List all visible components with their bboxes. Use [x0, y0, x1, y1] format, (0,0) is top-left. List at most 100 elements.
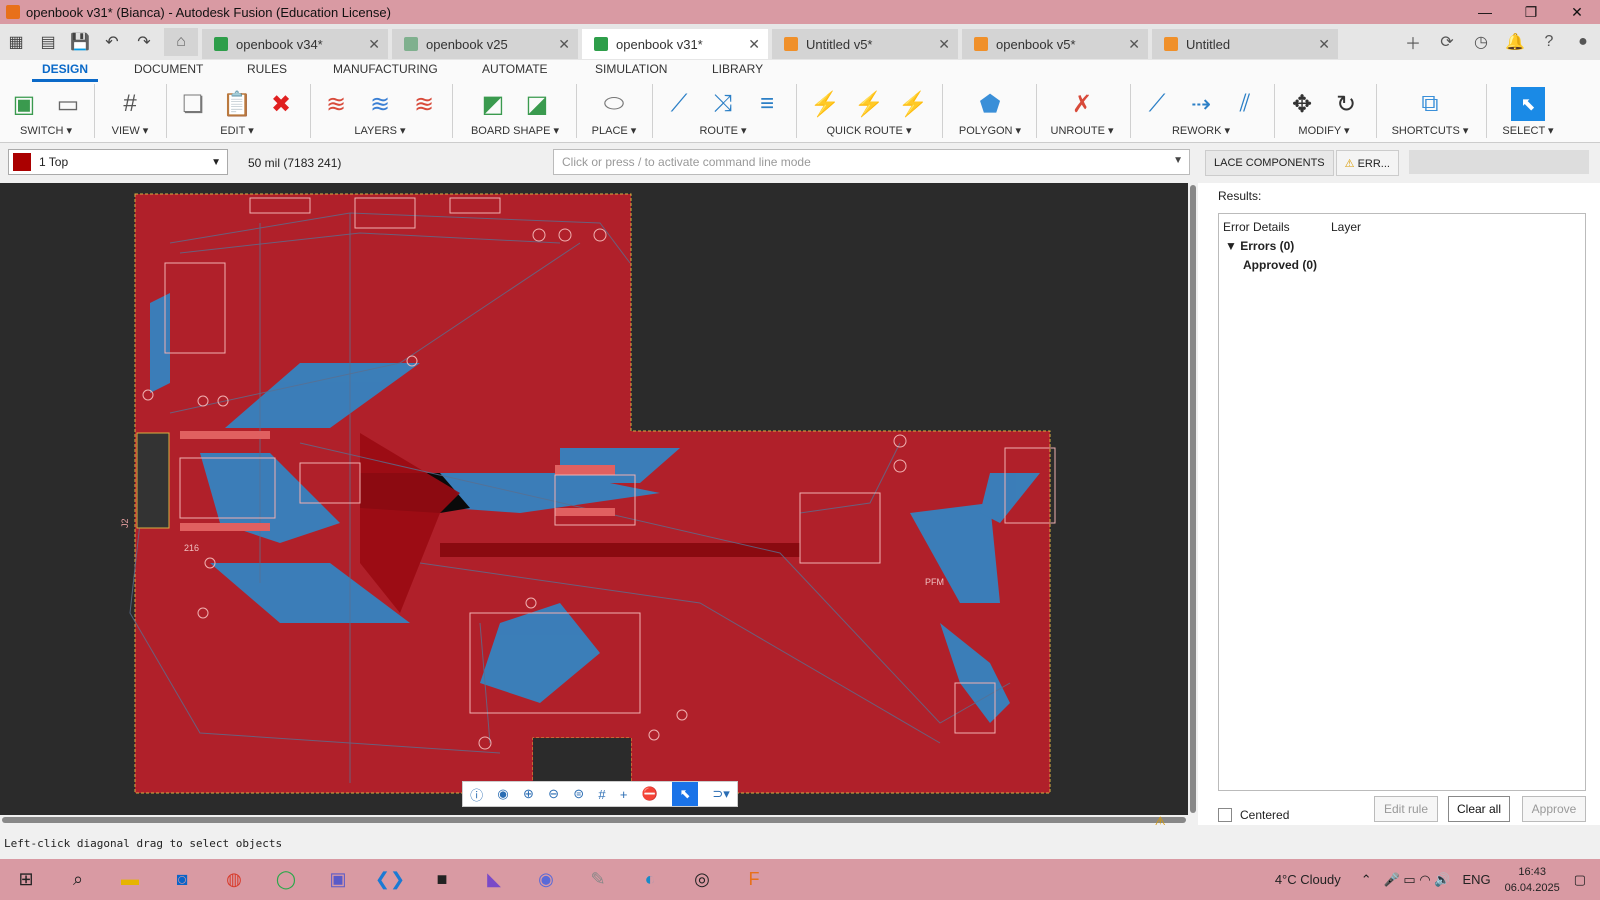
- zoom-in-icon[interactable]: ⊕: [523, 786, 534, 802]
- tab-openbook-v31[interactable]: openbook v31* ✕: [582, 29, 768, 59]
- discord-icon[interactable]: ◉: [520, 859, 572, 900]
- system-clock[interactable]: 16:43 06.04.2025: [1505, 864, 1560, 896]
- copy-icon[interactable]: ❏: [176, 87, 210, 121]
- delete-icon[interactable]: ✖: [264, 87, 298, 121]
- modify-group[interactable]: ✥ ↻ MODIFY ▾: [1280, 84, 1368, 142]
- save-icon[interactable]: 💾: [64, 24, 96, 60]
- start-icon[interactable]: ⊞: [0, 859, 52, 900]
- clear-all-button[interactable]: Clear all: [1448, 796, 1510, 822]
- route-single-icon[interactable]: ⟋: [662, 87, 696, 121]
- grid-toggle-icon[interactable]: #: [598, 787, 605, 802]
- view-group[interactable]: # VIEW ▾: [100, 84, 160, 142]
- polygon-group[interactable]: ⬟ POLYGON ▾: [950, 84, 1030, 142]
- eye-icon[interactable]: ◉: [497, 786, 508, 802]
- tab-untitled-v5[interactable]: Untitled v5* ✕: [772, 29, 958, 59]
- tab-automate[interactable]: AUTOMATE: [482, 62, 548, 76]
- place-group[interactable]: ⬭ PLACE ▾: [582, 84, 646, 142]
- approve-button[interactable]: Approve: [1522, 796, 1586, 822]
- polygon-icon[interactable]: ⬟: [973, 87, 1007, 121]
- chrome-icon[interactable]: ◍: [208, 859, 260, 900]
- layer-settings-icon[interactable]: ≋: [407, 87, 441, 121]
- app-icon[interactable]: ✎: [572, 859, 624, 900]
- quick-route-group[interactable]: ⚡ ⚡ ⚡ QUICK ROUTE ▾: [804, 84, 934, 142]
- board-outline-icon[interactable]: ◩: [476, 87, 510, 121]
- home-icon[interactable]: ⌂: [164, 28, 198, 56]
- whatsapp-icon[interactable]: ◯: [260, 859, 312, 900]
- notifications-center-icon[interactable]: ▢: [1574, 872, 1586, 888]
- horizontal-scrollbar[interactable]: [0, 815, 1188, 825]
- move-icon[interactable]: ✥: [1285, 87, 1319, 121]
- extensions-icon[interactable]: ⟳: [1430, 24, 1464, 60]
- zoom-out-icon[interactable]: ⊖: [548, 786, 559, 802]
- close-tab-icon[interactable]: ✕: [368, 36, 380, 53]
- layers-icon[interactable]: ≋: [319, 87, 353, 121]
- close-tab-icon[interactable]: ✕: [558, 36, 570, 53]
- rework-group[interactable]: ⟋ ⇢ ⫽ REWORK ▾: [1136, 84, 1266, 142]
- close-tab-icon[interactable]: ✕: [1318, 36, 1330, 53]
- shortcuts-icon[interactable]: ⧉: [1413, 87, 1447, 121]
- paste-icon[interactable]: 📋: [220, 87, 254, 121]
- info-icon[interactable]: ⓘ: [470, 785, 483, 804]
- shortcuts-group[interactable]: ⧉ SHORTCUTS ▾: [1382, 84, 1478, 142]
- file-explorer-icon[interactable]: ▬: [104, 859, 156, 900]
- edit-group[interactable]: ❏ 📋 ✖ EDIT ▾: [172, 84, 302, 142]
- tab-openbook-v25[interactable]: openbook v25 ✕: [392, 29, 578, 59]
- board-shape-group[interactable]: ◩ ◪ BOARD SHAPE ▾: [460, 84, 570, 142]
- new-tab-icon[interactable]: ＋: [1396, 24, 1430, 60]
- chevron-down-icon[interactable]: ▼: [1173, 155, 1183, 166]
- schematic-icon[interactable]: ▣: [7, 87, 41, 121]
- tray-icons[interactable]: 🎤 ▭ ◠ 🔊: [1384, 872, 1451, 888]
- vscode-icon[interactable]: ❮❯: [364, 859, 416, 900]
- pcb-canvas[interactable]: J2 216 PFM: [0, 183, 1188, 815]
- select-icon[interactable]: ⬉: [1511, 87, 1545, 121]
- tab-rules[interactable]: RULES: [247, 62, 287, 76]
- close-tab-icon[interactable]: ✕: [1128, 36, 1140, 53]
- fusion-taskbar-icon[interactable]: F: [728, 859, 780, 900]
- undo-icon[interactable]: ↶: [96, 24, 128, 60]
- tab-library[interactable]: LIBRARY: [712, 62, 763, 76]
- tab-design[interactable]: DESIGN: [31, 62, 99, 82]
- file-menu-icon[interactable]: ▤: [32, 24, 64, 60]
- search-icon[interactable]: ⌕: [52, 859, 104, 900]
- tab-openbook-v5[interactable]: openbook v5* ✕: [962, 29, 1148, 59]
- minimize-button[interactable]: —: [1462, 0, 1508, 24]
- job-status-icon[interactable]: ◷: [1464, 24, 1498, 60]
- intellij-icon[interactable]: ■: [416, 859, 468, 900]
- notifications-icon[interactable]: 🔔: [1498, 24, 1532, 60]
- centered-checkbox[interactable]: [1218, 808, 1232, 822]
- route-multi-icon[interactable]: ≡: [750, 87, 784, 121]
- tab-openbook-v34[interactable]: openbook v34* ✕: [202, 29, 388, 59]
- unroute-group[interactable]: ✗ UNROUTE ▾: [1042, 84, 1122, 142]
- stop-icon[interactable]: ⛔: [642, 786, 658, 802]
- zoom-fit-icon[interactable]: ⊜: [573, 786, 584, 802]
- crosshair-icon[interactable]: +: [620, 787, 628, 802]
- board-curve-icon[interactable]: ◪: [520, 87, 554, 121]
- vertical-scrollbar[interactable]: [1188, 183, 1198, 815]
- via-icon[interactable]: ⬭: [597, 87, 631, 121]
- avatar[interactable]: ●: [1566, 24, 1600, 60]
- edge-icon[interactable]: ◐: [624, 859, 676, 900]
- tab-document[interactable]: DOCUMENT: [134, 62, 203, 76]
- tab-manufacturing[interactable]: MANUFACTURING: [333, 62, 438, 76]
- rework-parallel-icon[interactable]: ⫽: [1228, 87, 1262, 121]
- tray-chevron-icon[interactable]: ⌃: [1361, 872, 1372, 888]
- quick-route-icon[interactable]: ⚡: [808, 87, 842, 121]
- select-group[interactable]: ⬉ SELECT ▾: [1494, 84, 1562, 142]
- command-line-input[interactable]: Click or press / to activate command lin…: [553, 149, 1190, 175]
- help-icon[interactable]: ?: [1532, 24, 1566, 60]
- close-tab-icon[interactable]: ✕: [748, 36, 760, 53]
- language-indicator[interactable]: ENG: [1462, 872, 1490, 887]
- tab-place-components[interactable]: LACE COMPONENTS: [1205, 150, 1334, 176]
- close-tab-icon[interactable]: ✕: [938, 36, 950, 53]
- edit-rule-button[interactable]: Edit rule: [1374, 796, 1438, 822]
- tab-errors[interactable]: ⚠ ERR...: [1335, 150, 1399, 176]
- quick-route-all-icon[interactable]: ⚡: [896, 87, 930, 121]
- tab-simulation[interactable]: SIMULATION: [595, 62, 667, 76]
- unroute-icon[interactable]: ✗: [1065, 87, 1099, 121]
- switch-group[interactable]: ▣ ▭ SWITCH ▾: [6, 84, 86, 142]
- 3d-pcb-icon[interactable]: ▭: [51, 87, 85, 121]
- tree-item-approved[interactable]: Approved (0): [1243, 258, 1317, 272]
- weather-widget[interactable]: 4°C Cloudy: [1275, 872, 1341, 887]
- visual-studio-icon[interactable]: ◣: [468, 859, 520, 900]
- rotate-icon[interactable]: ↻: [1329, 87, 1363, 121]
